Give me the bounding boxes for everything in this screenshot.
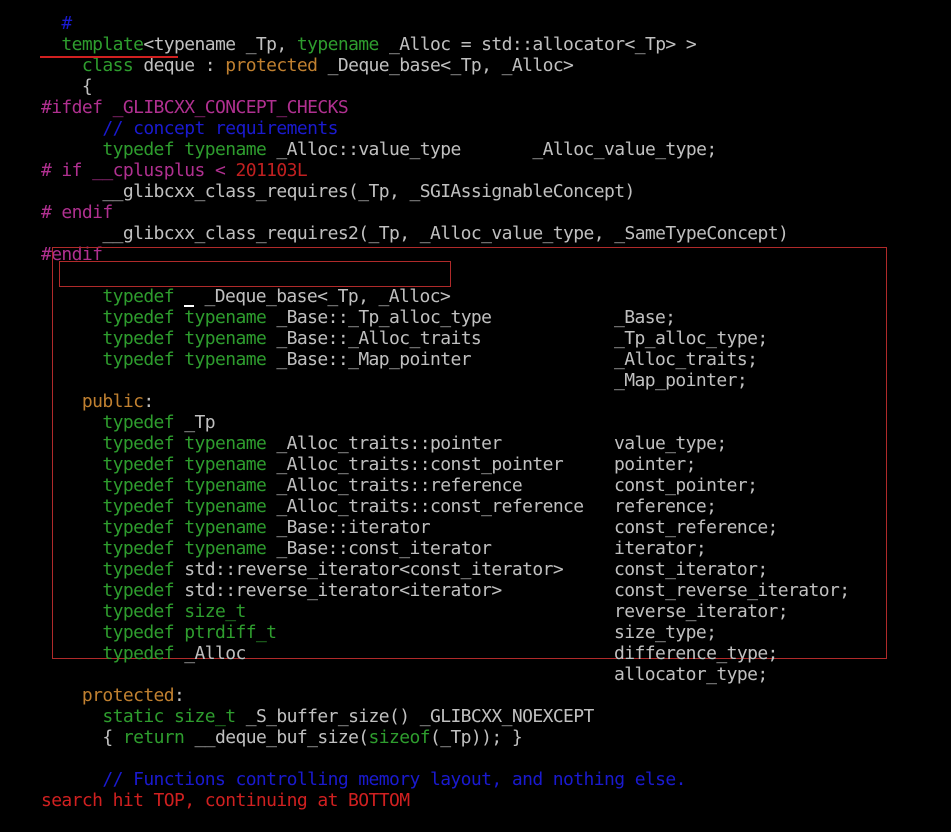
status-message: search hit TOP, continuing at BOTTOM [40,790,410,811]
typedef-expr: _Base::_Map_pointer [266,349,471,370]
code-line: __glibcxx_class_requires(_Tp, _SGIAssign… [0,160,635,202]
keyword-typedef: typedef [40,643,175,664]
typedef-name: allocator_type; [614,664,768,685]
keyword-return: return [122,727,185,748]
code-line-template: template<typename _Tp, typename _Alloc =… [0,13,696,55]
code-line: static size_t _S_buffer_size() _GLIBCXX_… [0,685,594,727]
typedef-line: typedef typename _Base::const_iterator c… [0,517,768,580]
status-line: search hit TOP, continuing at BOTTOM [0,769,410,811]
typedef-line: typedef typename _Alloc_traits::const_po… [0,433,758,496]
code-line-endif: # endif [0,181,113,223]
code-line: { return __deque_buf_size(sizeof(_Tp)); … [0,706,522,748]
typedef-name: const_pointer; [614,475,758,496]
code-text: _Deque_base<_Tp, _Alloc> [317,55,574,76]
keyword-protected: protected [225,55,318,76]
code-editor[interactable]: # template<typename _Tp, typename _Alloc… [0,0,951,811]
typedef-name: difference_type; [614,643,778,664]
typedef-name: _Base; [614,307,676,328]
code-text: __glibcxx_class_requires2(_Tp, _Alloc_va… [40,223,789,244]
typedef-name: value_type; [614,433,727,454]
code-text: __glibcxx_class_requires(_Tp, _SGIAssign… [40,181,635,202]
typedef-line: typedef ptrdiff_t difference_type; [0,601,778,664]
typedef-name: pointer; [614,454,697,475]
typedef-name: size_type; [614,622,717,643]
typedef-name: _Tp_alloc_type; [614,328,768,349]
class-name: deque : [133,55,226,76]
code-line: { [0,55,93,97]
typedef-line: typedef std::reverse_iterator<const_iter… [0,538,850,601]
typedef-name: _Map_pointer; [614,370,748,391]
typedef-line: typedef typename _Alloc_traits::referenc… [0,454,717,517]
typedef-line: typedef typename _Alloc_traits::const_re… [0,475,778,538]
access-public: public: [0,370,154,412]
typedef-name: const_reverse_iterator; [614,580,850,601]
keyword-typedef: typedef [40,349,175,370]
typedef-line: typedef typename _Alloc_traits::pointer … [0,412,696,475]
typedef-line: typedef typename _Base::_Map_pointer _Ma… [0,328,747,391]
code-line-class-decl: class deque : protected _Deque_base<_Tp,… [0,34,574,76]
code-text: (_Tp)); } [429,727,523,748]
typedef-line: typedef typename _Base::_Alloc_traits _A… [0,307,758,370]
code-text: __deque_buf_size( [184,727,370,748]
code-line: typedef typename _Alloc::value_type _All… [0,118,717,160]
code-line-if: # if __cplusplus < 201103L [0,139,308,181]
code-line-comment: // concept requirements [0,97,338,139]
typedef-name: const_reference; [614,517,778,538]
code-line-comment: // Functions controlling memory layout, … [0,748,686,790]
typedef-expr: _Alloc [174,643,246,664]
typedef-name: _Alloc_traits; [614,349,758,370]
code-line: # [0,0,72,34]
keyword-sizeof: sizeof [368,727,431,748]
code-text: { [40,727,123,748]
typedef-line: typedef typename _Base::iterator iterato… [0,496,706,559]
typedef-name: iterator; [614,538,707,559]
typedef-line: typedef std::reverse_iterator<iterator> … [0,559,788,622]
typedef-line: typedef _Deque_base<_Tp, _Alloc> _Base; [0,265,676,328]
code-line-endif: #endif [0,223,103,265]
code-line-ifdef: #ifdef _GLIBCXX_CONCEPT_CHECKS [0,76,349,118]
typedef-line: typedef size_t size_type; [0,580,717,643]
typedef-line: typedef typename _Base::_Tp_alloc_type _… [0,286,768,349]
code-text: _Alloc::value_type _Alloc_value_type; [266,139,717,160]
typedef-name: reference; [614,496,717,517]
keyword-typename: typename [174,349,267,370]
typedef-line: typedef _Alloc allocator_type; [0,622,768,685]
typedef-name: const_iterator; [614,559,768,580]
typedef-name: reverse_iterator; [614,601,789,622]
access-protected: protected: [0,664,185,706]
typedef-line: typedef _Tp value_type; [0,391,727,454]
code-line: __glibcxx_class_requires2(_Tp, _Alloc_va… [0,202,788,244]
